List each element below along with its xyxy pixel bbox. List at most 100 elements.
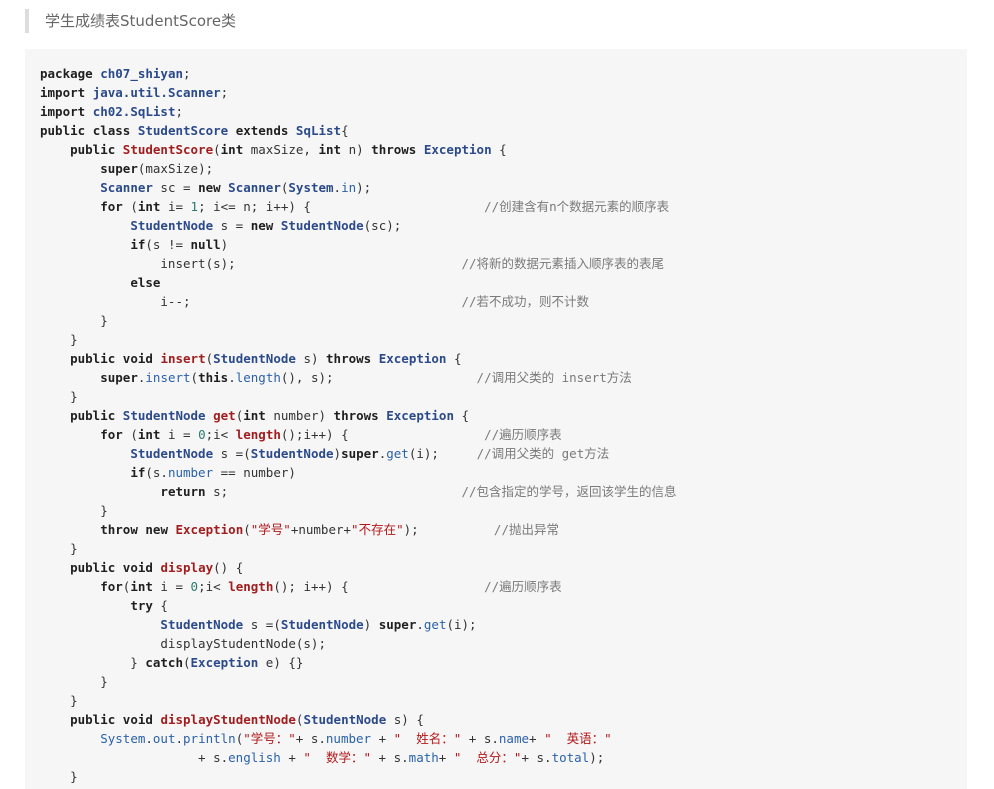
code-type: ch02.SqList — [92, 104, 176, 119]
code-type: Exception — [378, 351, 447, 366]
code-text: n) — [341, 142, 372, 157]
code-line: StudentNode s =(StudentNode) super.get(i… — [40, 615, 677, 634]
code-function-name: Exception — [175, 522, 244, 537]
code-line: } — [40, 767, 677, 786]
code-keyword: public — [70, 408, 116, 423]
code-type: Exception — [386, 408, 454, 423]
code-text: { — [453, 408, 470, 423]
code-text: ) — [220, 237, 229, 252]
code-text: () { — [213, 560, 244, 575]
code-member: get — [423, 617, 447, 632]
code-text: { — [446, 351, 462, 366]
section-heading: 学生成绩表StudentScore类 — [25, 9, 236, 33]
code-member: math — [408, 750, 439, 765]
code-keyword: null — [190, 237, 221, 252]
code-type: SqList — [295, 123, 342, 138]
code-keyword: void — [122, 351, 153, 366]
code-text: } — [40, 674, 108, 689]
code-member: name — [498, 731, 529, 746]
code-text: +number+ — [290, 522, 352, 537]
code-line: throw new Exception("学号"+number+"不存在"); … — [40, 520, 677, 539]
code-line: } catch(Exception e) {} — [40, 653, 677, 672]
code-text: + — [280, 750, 304, 765]
code-text: + s. — [371, 750, 409, 765]
code-keyword: super — [100, 161, 138, 176]
code-keyword: public — [70, 142, 116, 157]
code-member: total — [551, 750, 590, 765]
code-keyword: if — [130, 237, 146, 252]
code-keyword: import — [40, 104, 86, 119]
code-comment: //若不成功，则不计数 — [461, 294, 589, 309]
code-keyword: throws — [371, 142, 417, 157]
code-text: i = — [160, 427, 199, 442]
code-line: public void insert(StudentNode s) throws… — [40, 349, 677, 368]
code-text: i--; — [40, 294, 462, 309]
code-line: } — [40, 387, 677, 406]
code-line: try { — [40, 596, 677, 615]
code-string: "学号" — [250, 522, 291, 537]
code-text: (s != — [145, 237, 191, 252]
code-line: super.insert(this.length(), s); //调用父类的 … — [40, 368, 677, 387]
code-block[interactable]: package ch07_shiyan; import java.util.Sca… — [25, 49, 967, 789]
code-comment: //将新的数据元素插入顺序表的表尾 — [461, 256, 664, 271]
code-member: number — [325, 731, 372, 746]
code-line: } — [40, 330, 677, 349]
code-comment: //调用父类的 get方法 — [476, 446, 610, 461]
code-text: + — [529, 731, 545, 746]
code-string: " 姓名：" — [393, 731, 462, 746]
code-text: sc = — [152, 180, 199, 195]
code-line: public void display() { — [40, 558, 677, 577]
code-text: . — [175, 731, 184, 746]
code-text: (sc); — [363, 218, 402, 233]
code-text: + — [371, 731, 394, 746]
code-text: (), s); — [280, 370, 477, 385]
code-line: } — [40, 672, 677, 691]
code-keyword: int — [137, 199, 161, 214]
code-text: ); — [356, 180, 372, 195]
code-line: System.out.println("学号："+ s.number + " 姓… — [40, 729, 677, 748]
code-type: ch07_shiyan — [100, 66, 184, 81]
code-lines[interactable]: package ch07_shiyan; import java.util.Sca… — [40, 64, 677, 786]
code-type: StudentNode — [130, 218, 214, 233]
code-keyword: int — [318, 142, 342, 157]
code-member: length — [235, 370, 281, 385]
code-member: println — [183, 731, 236, 746]
code-keyword: int — [220, 142, 244, 157]
code-text: ; i<= n; i++) { — [198, 199, 485, 214]
code-keyword: this — [198, 370, 229, 385]
code-text: ( — [205, 351, 214, 366]
code-keyword: public — [70, 712, 116, 727]
code-line: displayStudentNode(s); — [40, 634, 677, 653]
code-text: e) {} — [258, 655, 304, 670]
code-comment: //遍历顺序表 — [484, 579, 562, 594]
code-line: return s; //包含指定的学号，返回该学生的信息 — [40, 482, 676, 501]
code-line: else — [40, 273, 677, 292]
code-line: StudentNode s =(StudentNode)super.get(i)… — [40, 444, 677, 463]
code-comment: //遍历顺序表 — [484, 427, 562, 442]
code-keyword: new — [198, 180, 221, 195]
code-type: StudentNode — [303, 712, 387, 727]
code-line: super(maxSize); — [40, 159, 677, 178]
code-type: java.util.Scanner — [92, 85, 221, 100]
code-number: 1 — [190, 199, 199, 214]
code-line: public void displayStudentNode(StudentNo… — [40, 710, 677, 729]
code-text: } — [40, 541, 78, 556]
code-text: ; — [175, 104, 184, 119]
code-line: if(s != null) — [40, 235, 677, 254]
code-text: s) — [295, 351, 327, 366]
code-function-name: length — [228, 579, 274, 594]
code-text: i= — [160, 199, 191, 214]
code-line: public StudentNode get(int number) throw… — [40, 406, 677, 425]
